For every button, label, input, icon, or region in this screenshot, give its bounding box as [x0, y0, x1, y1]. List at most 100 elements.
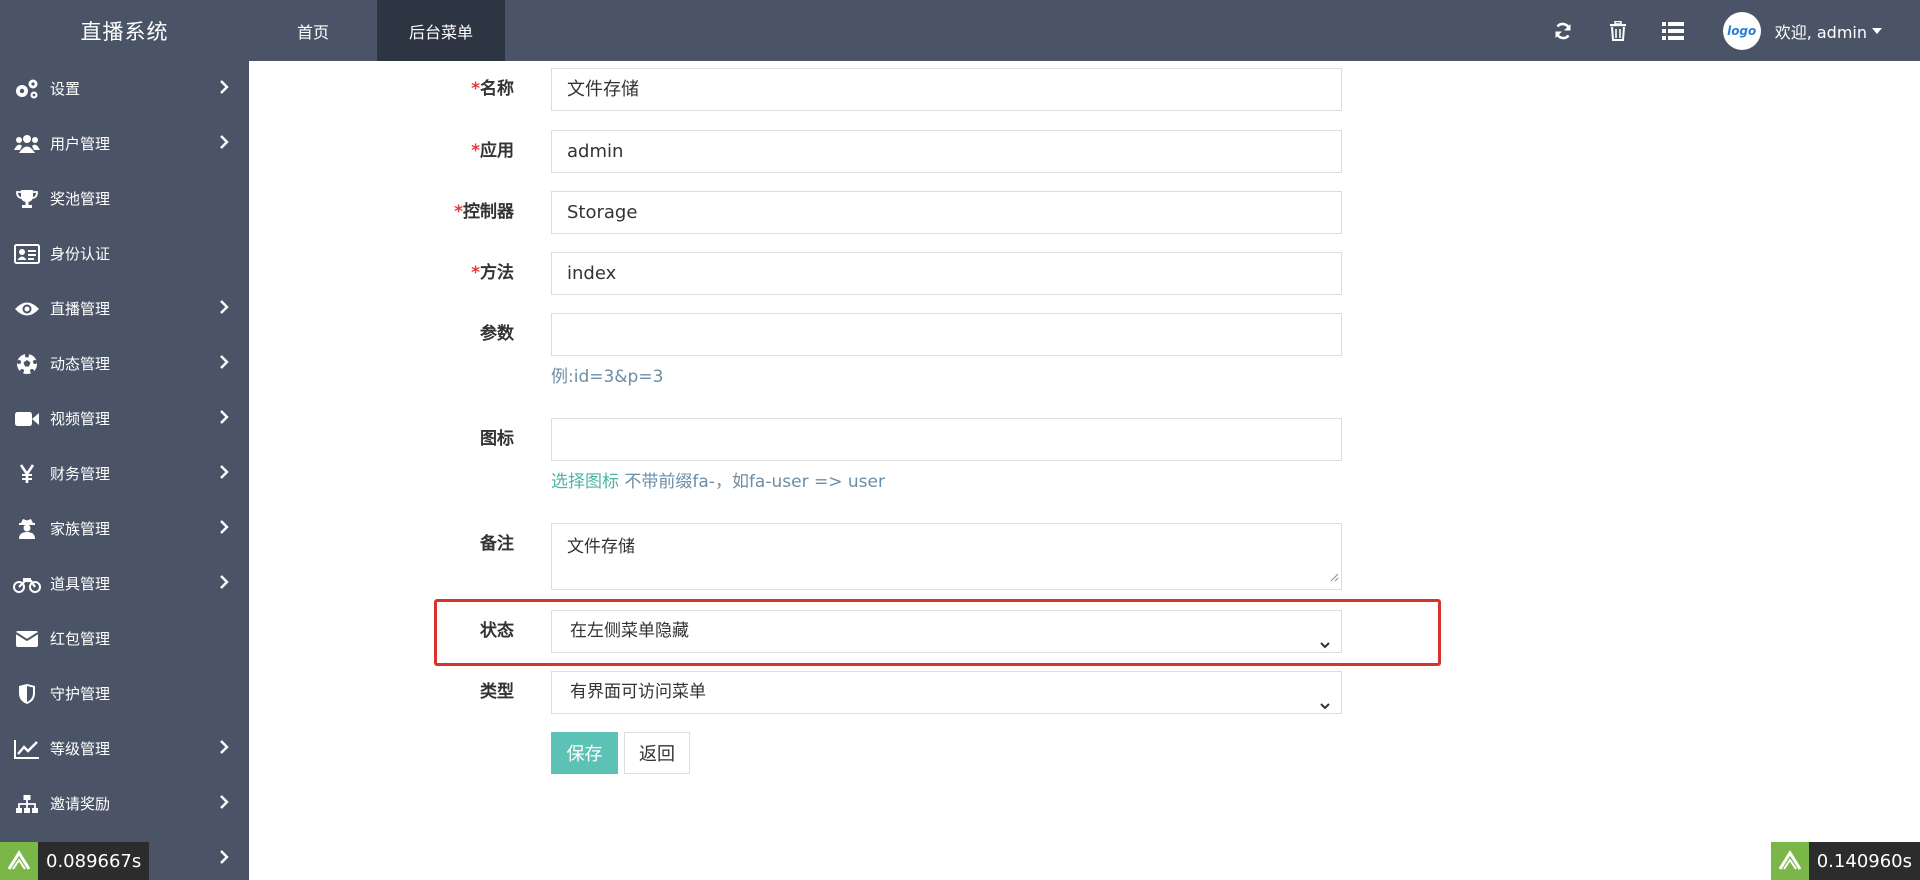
save-button[interactable]: 保存 — [551, 732, 618, 774]
sidebar-item-label: 家族管理 — [50, 520, 111, 538]
field-name-row: *名称 — [434, 68, 514, 110]
video-camera-icon — [13, 408, 41, 430]
field-label: 状态 — [480, 621, 514, 641]
sidebar-item-red-packet[interactable]: 红包管理 — [0, 611, 249, 666]
user-menu[interactable]: 欢迎, admin — [1775, 19, 1882, 43]
sidebar-item-live[interactable]: 直播管理 — [0, 281, 249, 336]
sidebar-item-video[interactable]: 视频管理 — [0, 391, 249, 446]
required-mark: * — [471, 79, 480, 99]
motorcycle-icon — [13, 573, 41, 595]
trash-icon[interactable] — [1591, 0, 1646, 61]
sidebar-item-prize-pool[interactable]: 奖池管理 — [0, 171, 249, 226]
nav-admin-menu[interactable]: 后台菜单 — [377, 0, 505, 61]
field-label: 参数 — [480, 324, 514, 344]
sidebar-item-guard[interactable]: 守护管理 — [0, 666, 249, 721]
back-button[interactable]: 返回 — [624, 732, 690, 774]
required-mark: * — [454, 202, 463, 222]
field-action-row: *方法 — [434, 252, 514, 294]
type-select[interactable]: 有界面可访问菜单 — [551, 671, 1342, 714]
sidebar-item-invite[interactable]: 邀请奖励 — [0, 776, 249, 831]
sidebar-item-dynamics[interactable]: 动态管理 — [0, 336, 249, 391]
field-status-row: 状态 — [434, 610, 514, 652]
user-secret-icon — [13, 518, 41, 540]
sidebar-item-level[interactable]: 等级管理 — [0, 721, 249, 776]
field-label: *应用 — [434, 130, 514, 172]
sidebar-item-label: 身份认证 — [50, 245, 111, 263]
type-selected-value: 有界面可访问菜单 — [570, 682, 706, 702]
icon-help: 选择图标 不带前缀fa-，如fa-user => user — [551, 467, 885, 492]
field-label-text: 方法 — [480, 263, 514, 283]
avatar-logo-text: logo — [1727, 23, 1757, 38]
sidebar-item-users[interactable]: 用户管理 — [0, 116, 249, 171]
users-icon — [13, 133, 41, 155]
sidebar: 设置 用户管理 奖池管理 身份认证 直播管理 动态管理 视频管理 财务管理 家族… — [0, 61, 249, 880]
required-mark: * — [471, 141, 480, 161]
resize-grip-icon[interactable] — [1329, 567, 1339, 587]
chevron-right-icon — [219, 849, 229, 869]
yen-icon — [13, 463, 41, 485]
field-label: *方法 — [434, 252, 514, 294]
app-input[interactable]: admin — [551, 130, 1342, 173]
sidebar-item-label: 动态管理 — [50, 355, 111, 373]
soccer-ball-icon — [13, 353, 41, 375]
sidebar-item-finance[interactable]: 财务管理 — [0, 446, 249, 501]
remark-value: 文件存储 — [567, 537, 635, 557]
field-label: 类型 — [480, 682, 514, 702]
line-chart-icon — [13, 738, 41, 760]
welcome-text: 欢迎, admin — [1774, 22, 1867, 42]
sitemap-icon — [13, 793, 41, 815]
chevron-right-icon — [219, 574, 229, 594]
choose-icon-link[interactable]: 选择图标 — [551, 472, 619, 492]
field-label-text: 控制器 — [463, 202, 514, 222]
eye-icon — [13, 298, 41, 320]
top-nav: 首页 后台菜单 — [249, 0, 505, 61]
brand-title[interactable]: 直播系统 — [0, 0, 249, 61]
list-icon[interactable] — [1646, 0, 1701, 61]
sidebar-item-label: 红包管理 — [50, 630, 111, 648]
sidebar-item-family[interactable]: 家族管理 — [0, 501, 249, 556]
field-label: 备注 — [480, 534, 514, 554]
trophy-icon — [13, 188, 41, 210]
envelope-icon — [13, 628, 41, 650]
chevron-right-icon — [219, 79, 229, 99]
top-navbar: 直播系统 首页 后台菜单 logo 欢迎, admin — [0, 0, 1920, 61]
sidebar-item-label: 财务管理 — [50, 465, 111, 483]
action-input[interactable]: index — [551, 252, 1342, 295]
chevron-right-icon — [219, 739, 229, 759]
sidebar-item-label: 用户管理 — [50, 135, 111, 153]
field-label-text: 应用 — [480, 141, 514, 161]
avatar[interactable]: logo — [1722, 11, 1761, 50]
sidebar-item-label: 奖池管理 — [50, 190, 111, 208]
chevron-right-icon — [219, 299, 229, 319]
remark-textarea[interactable]: 文件存储 — [551, 523, 1342, 590]
sidebar-item-props[interactable]: 道具管理 — [0, 556, 249, 611]
refresh-icon[interactable] — [1536, 0, 1591, 61]
sidebar-item-label: 直播管理 — [50, 300, 111, 318]
field-controller-row: *控制器 — [434, 191, 514, 233]
icon-input[interactable] — [551, 418, 1342, 461]
chevron-right-icon — [219, 464, 229, 484]
timer-value: 0.140960s — [1808, 842, 1920, 880]
chevron-right-icon — [219, 794, 229, 814]
icon-help-text: 不带前缀fa-，如fa-user => user — [619, 472, 885, 492]
sidebar-item-label: 邀请奖励 — [50, 795, 111, 813]
controller-input[interactable]: Storage — [551, 191, 1342, 234]
chevron-right-icon — [219, 519, 229, 539]
chevron-right-icon — [219, 409, 229, 429]
nav-home[interactable]: 首页 — [249, 0, 377, 61]
debug-timer-right: 0.140960s — [1770, 842, 1920, 880]
gears-icon — [13, 78, 41, 100]
field-remark-row: 备注 — [434, 523, 514, 565]
required-mark: * — [471, 263, 480, 283]
field-icon-row: 图标 — [434, 418, 514, 460]
params-input[interactable] — [551, 313, 1342, 356]
name-input[interactable]: 文件存储 — [551, 68, 1342, 111]
status-select[interactable]: 在左侧菜单隐藏 — [551, 610, 1342, 653]
caret-down-icon — [1872, 27, 1882, 34]
field-label: 图标 — [480, 429, 514, 449]
shield-icon — [13, 683, 41, 705]
sidebar-item-identity[interactable]: 身份认证 — [0, 226, 249, 281]
sidebar-item-settings[interactable]: 设置 — [0, 61, 249, 116]
sidebar-item-label: 视频管理 — [50, 410, 111, 428]
params-help-text: 例:id=3&p=3 — [551, 367, 664, 387]
